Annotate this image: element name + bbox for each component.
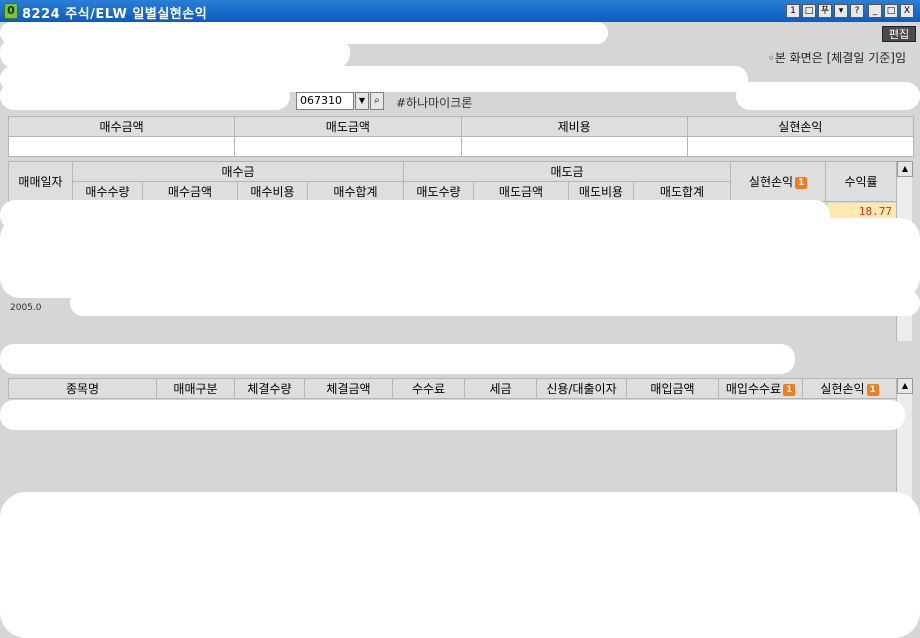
summary-cell [686, 136, 915, 157]
sell-col-header[interactable]: 매도수량 [403, 181, 474, 202]
sell-col-header[interactable]: 매도비용 [568, 181, 634, 202]
redacted-region [0, 38, 350, 68]
detail-col-header[interactable]: 매매구분 [156, 378, 235, 399]
app-icon: 0 [4, 3, 18, 19]
summary-table: 매수금액 매도금액 제비용 실현손익 [7, 116, 915, 157]
summary-cell [7, 136, 236, 157]
detail-col-header[interactable]: 체결금액 [304, 378, 393, 399]
summary-cell [460, 136, 688, 157]
detail-col-header[interactable]: 매입수수료 1 [718, 378, 803, 399]
daily-grid: 매매일자 매수금 매도금 실현손익 1 수익률 매수수량 매수금액 매수비용 매수… [8, 161, 897, 202]
detail-col-header[interactable]: 매입금액 [626, 378, 719, 399]
options-button[interactable]: ▾ [834, 4, 848, 18]
realized-header[interactable]: 실현손익 1 [730, 161, 826, 202]
summary-cell [234, 136, 462, 157]
info-badge-icon[interactable]: 1 [866, 383, 879, 396]
scroll-up-icon[interactable]: ▲ [897, 378, 913, 394]
date-cell: 2005.0 [10, 303, 42, 313]
detail-grid-scrollbar[interactable]: ▲ [896, 378, 913, 508]
buy-col-header[interactable]: 매수금액 [142, 181, 238, 202]
redacted-region [0, 492, 920, 638]
redacted-region [0, 82, 290, 110]
buy-col-header[interactable]: 매수비용 [237, 181, 308, 202]
redacted-region [70, 290, 920, 316]
stock-code-input[interactable]: 067310 [296, 92, 354, 110]
detail-col-header[interactable]: 수수료 [392, 378, 465, 399]
edit-button[interactable]: 편집 [882, 26, 916, 42]
detail-col-label: 매입수수료 [725, 382, 782, 396]
pin-button[interactable]: 푸 [818, 4, 832, 18]
summary-header: 실현손익 [686, 116, 915, 137]
minimize-button[interactable]: _ [868, 4, 882, 18]
detail-col-label: 실현손익 [820, 382, 865, 396]
redacted-region [0, 218, 920, 298]
sell-col-header[interactable]: 매도금액 [473, 181, 569, 202]
date-header[interactable]: 매매일자 [8, 161, 73, 202]
title-bar: 0 8224 주식/ELW 일별실현손익 1 □ 푸 ▾ ? _ □ X [0, 0, 920, 22]
detail-col-header[interactable]: 체결수량 [234, 378, 305, 399]
chevron-down-icon[interactable]: ▼ [355, 92, 369, 110]
redacted-region [0, 344, 795, 374]
copy-window-button[interactable]: □ [802, 4, 816, 18]
buy-col-header[interactable]: 매수수량 [72, 181, 143, 202]
search-icon[interactable]: ⌕ [370, 92, 384, 110]
window-title: 8224 주식/ELW 일별실현손익 [22, 7, 208, 22]
detail-col-header[interactable]: 신용/대출이자 [536, 378, 627, 399]
maximize-button[interactable]: □ [884, 4, 898, 18]
buy-group-header: 매수금 [72, 161, 404, 182]
basis-notice: ◦본 화면은 [체결일 기준]임 [767, 51, 906, 65]
detail-col-header[interactable]: 종목명 [8, 378, 157, 399]
stock-name-label: #하나마이크론 [396, 96, 473, 110]
help-button[interactable]: ? [850, 4, 864, 18]
detail-col-header[interactable]: 세금 [464, 378, 537, 399]
info-badge-icon[interactable]: 1 [795, 176, 808, 189]
buy-col-header[interactable]: 매수합계 [307, 181, 404, 202]
summary-header: 매도금액 [234, 116, 462, 137]
realized-header-label: 실현손익 [748, 175, 794, 189]
rate-header[interactable]: 수익률 [825, 161, 897, 202]
redacted-region [736, 82, 920, 110]
screen-number-button[interactable]: 1 [786, 4, 800, 18]
sell-col-header[interactable]: 매도합계 [633, 181, 731, 202]
redacted-region [0, 400, 905, 430]
detail-col-header[interactable]: 실현손익 1 [802, 378, 897, 399]
window-client-area: 편집 ◦본 화면은 [체결일 기준]임 067310 ▼ ⌕ #하나마이크론 매… [0, 22, 920, 638]
summary-header: 매수금액 [7, 116, 236, 137]
detail-grid: 종목명 매매구분 체결수량 체결금액 수수료 세금 신용/대출이자 매입금액 매… [8, 378, 897, 399]
scroll-up-icon[interactable]: ▲ [897, 161, 913, 177]
sell-group-header: 매도금 [403, 161, 731, 182]
close-button[interactable]: X [900, 4, 914, 18]
info-badge-icon[interactable]: 1 [783, 383, 796, 396]
summary-header: 제비용 [460, 116, 688, 137]
